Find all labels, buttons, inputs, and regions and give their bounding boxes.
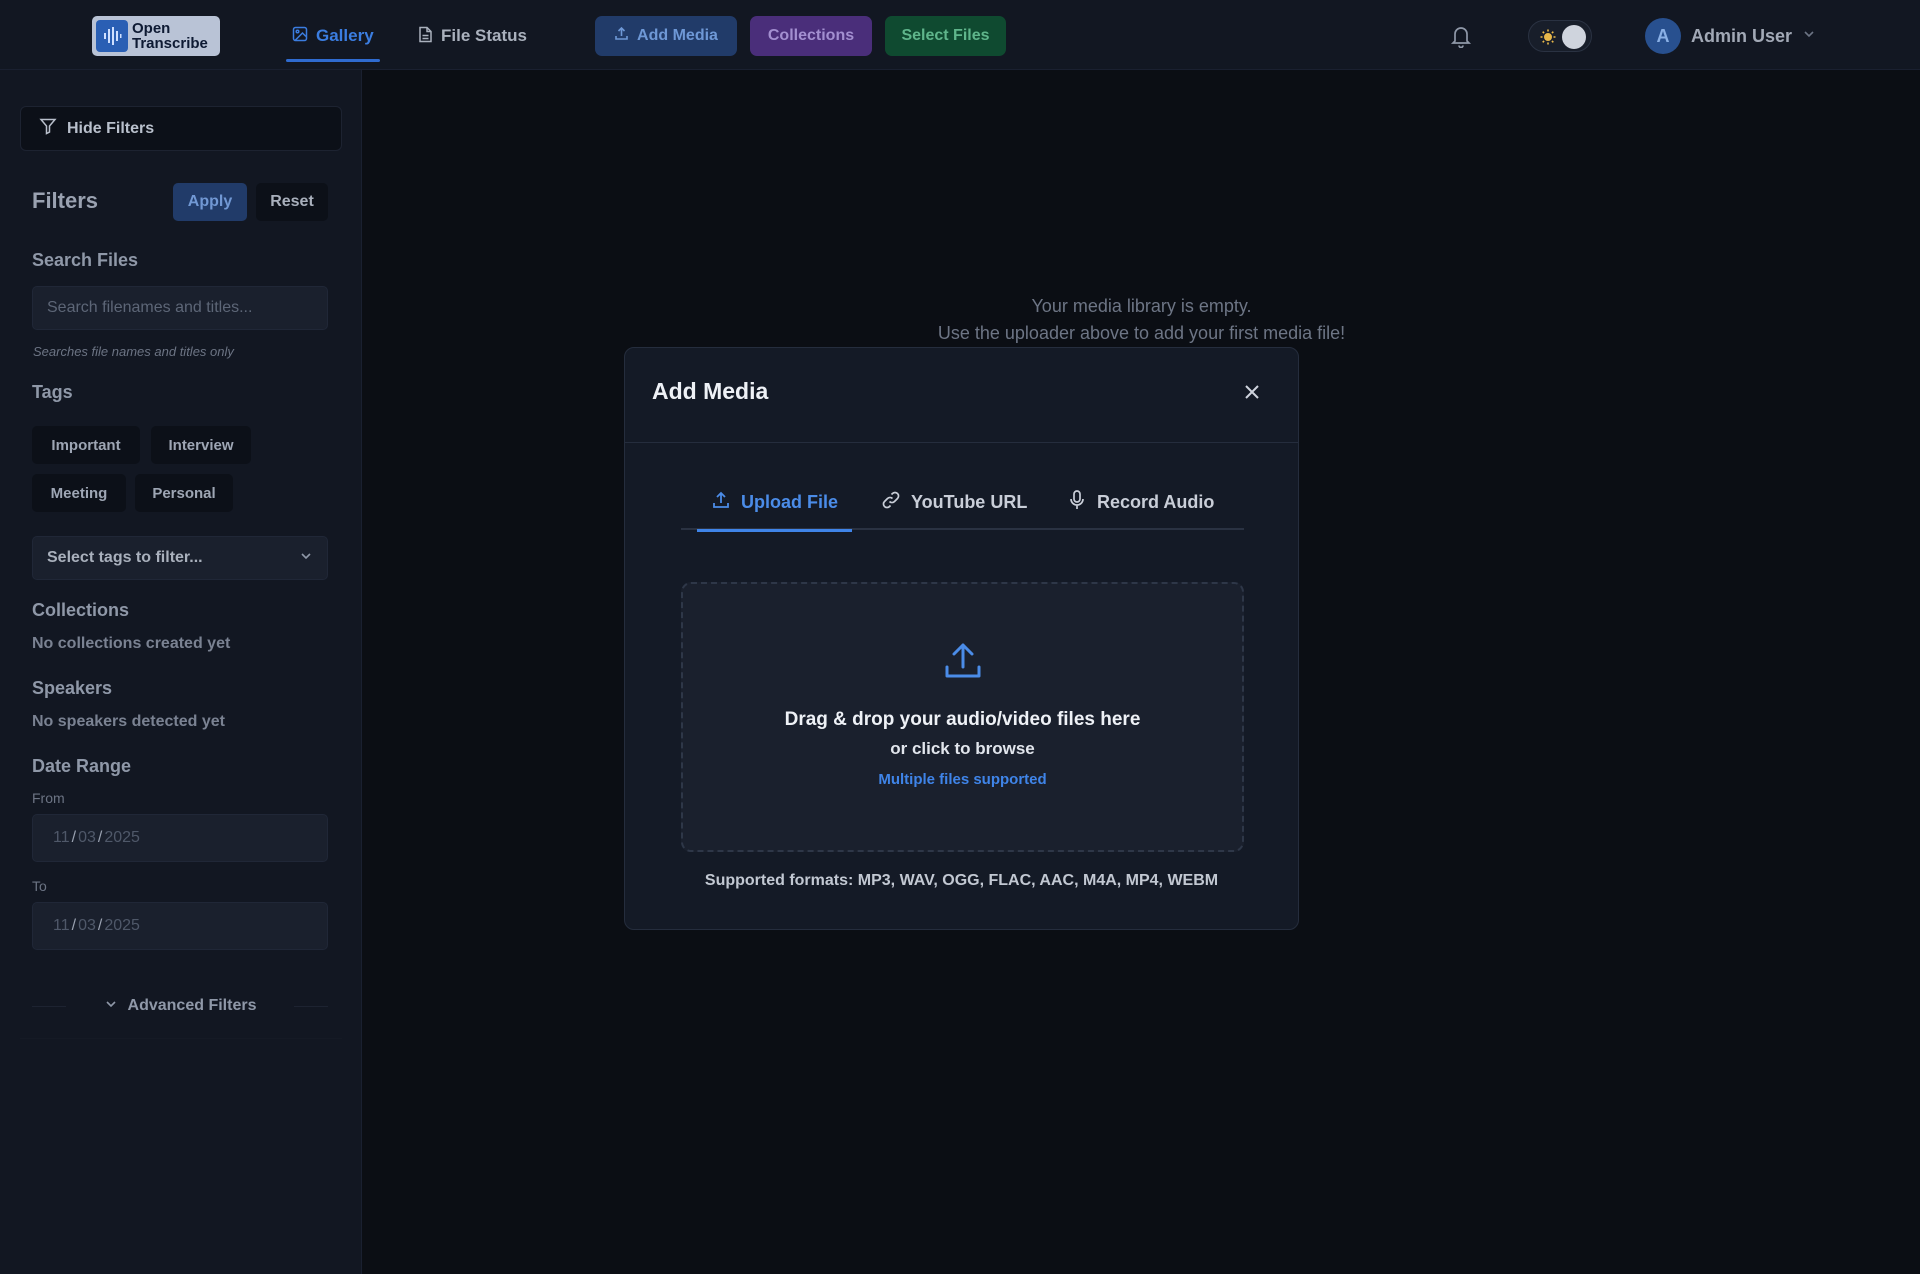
microphone-icon	[1067, 489, 1087, 516]
speakers-title: Speakers	[32, 678, 113, 698]
logo-text-line2: Transcribe	[132, 35, 208, 52]
search-field[interactable]	[32, 286, 328, 330]
chevron-down-icon	[104, 997, 118, 1016]
from-date-input[interactable]: 11/03/2025	[32, 814, 328, 862]
add-media-modal: Add Media Upload File YouTube URL Record…	[624, 347, 1299, 930]
image-icon	[292, 26, 308, 47]
toggle-knob	[1562, 25, 1586, 49]
upload-icon	[614, 26, 629, 46]
empty-library-line2: Use the uploader above to add your first…	[937, 323, 1346, 343]
waveform-logo-icon	[96, 20, 128, 52]
logo[interactable]: Open Transcribe	[92, 16, 220, 56]
tab-file-status[interactable]: File Status	[418, 18, 527, 62]
from-day: 03	[78, 829, 96, 846]
from-month: 11	[53, 829, 70, 846]
filters-title: Filters	[32, 188, 99, 213]
modal-tabs: Upload File YouTube URL Record Audio	[681, 478, 1244, 532]
tab-youtube-url-label: YouTube URL	[911, 491, 1028, 512]
date-range-title: Date Range	[32, 756, 132, 776]
hide-filters-button[interactable]: Hide Filters	[20, 106, 342, 151]
search-hint: Searches file names and titles only	[33, 344, 234, 359]
tags-title: Tags	[32, 382, 73, 402]
tab-youtube-url[interactable]: YouTube URL	[881, 478, 1027, 530]
tab-upload-file[interactable]: Upload File	[696, 478, 853, 532]
sun-icon	[1539, 28, 1557, 51]
chevron-down-icon	[1802, 27, 1816, 46]
tab-upload-file-label: Upload File	[741, 491, 839, 512]
search-files-title: Search Files	[32, 250, 139, 270]
advanced-filters-toggle[interactable]: Advanced Filters	[32, 986, 328, 1026]
apply-button[interactable]: Apply	[173, 183, 247, 221]
reset-button[interactable]: Reset	[256, 183, 328, 221]
tab-record-audio[interactable]: Record Audio	[1067, 478, 1214, 530]
dropzone-main-text: Drag & drop your audio/video files here	[784, 709, 1141, 730]
advanced-filters-label: Advanced Filters	[127, 997, 257, 1014]
hide-filters-label: Hide Filters	[67, 119, 155, 137]
tag-personal[interactable]: Personal	[135, 474, 233, 512]
link-icon	[881, 490, 901, 515]
tab-gallery-label: Gallery	[316, 26, 374, 45]
add-media-button[interactable]: Add Media	[595, 16, 737, 56]
tag-interview[interactable]: Interview	[151, 426, 251, 464]
empty-library-line1: Your media library is empty.	[1031, 296, 1252, 316]
collections-title: Collections	[32, 600, 130, 620]
tab-file-status-label: File Status	[441, 26, 527, 45]
collections-button[interactable]: Collections	[750, 16, 872, 56]
upload-icon	[942, 640, 984, 687]
divider	[20, 1038, 342, 1039]
tag-filter-select[interactable]: Select tags to filter...	[32, 536, 328, 580]
file-icon	[418, 26, 433, 48]
from-year: 2025	[104, 829, 140, 846]
dropzone-multiple-text: Multiple files supported	[878, 771, 1047, 788]
avatar: A	[1645, 18, 1681, 54]
notifications-bell-icon[interactable]	[1450, 24, 1472, 53]
user-menu[interactable]: A Admin User	[1645, 18, 1816, 54]
collections-empty-text: No collections created yet	[32, 635, 231, 652]
chevron-down-icon	[299, 549, 313, 568]
from-label: From	[32, 790, 65, 806]
dropzone-browse-text: or click to browse	[890, 739, 1035, 758]
add-media-label: Add Media	[637, 27, 718, 44]
supported-formats-text: Supported formats: MP3, WAV, OGG, FLAC, …	[704, 872, 1219, 889]
to-day: 03	[78, 917, 96, 934]
to-month: 11	[53, 917, 70, 934]
app-root: Open Transcribe Gallery File Status Add …	[0, 0, 1920, 1274]
tag-filter-placeholder: Select tags to filter...	[47, 549, 203, 566]
theme-toggle[interactable]	[1528, 20, 1592, 52]
select-files-button[interactable]: Select Files	[885, 16, 1006, 56]
tag-meeting[interactable]: Meeting	[32, 474, 126, 512]
user-name: Admin User	[1691, 25, 1793, 46]
tab-record-audio-label: Record Audio	[1097, 491, 1215, 512]
logo-text-line1: Open	[132, 20, 171, 37]
speakers-empty-text: No speakers detected yet	[32, 713, 225, 730]
select-files-label: Select Files	[901, 27, 990, 44]
to-date-input[interactable]: 11/03/2025	[32, 902, 328, 950]
top-nav: Open Transcribe Gallery File Status Add …	[0, 0, 1920, 70]
filters-sidebar: Hide Filters Filters Apply Reset Search …	[0, 70, 362, 1274]
modal-title: Add Media	[652, 378, 769, 404]
close-icon[interactable]	[1240, 380, 1264, 404]
search-input[interactable]	[47, 299, 327, 317]
tab-gallery[interactable]: Gallery	[286, 18, 380, 62]
tag-important[interactable]: Important	[32, 426, 140, 464]
file-dropzone[interactable]: Drag & drop your audio/video files here …	[681, 582, 1244, 852]
to-year: 2025	[104, 917, 140, 934]
to-label: To	[32, 878, 47, 894]
filter-icon	[39, 117, 57, 140]
collections-label: Collections	[767, 27, 855, 44]
modal-divider	[625, 442, 1298, 443]
upload-icon	[711, 490, 731, 515]
